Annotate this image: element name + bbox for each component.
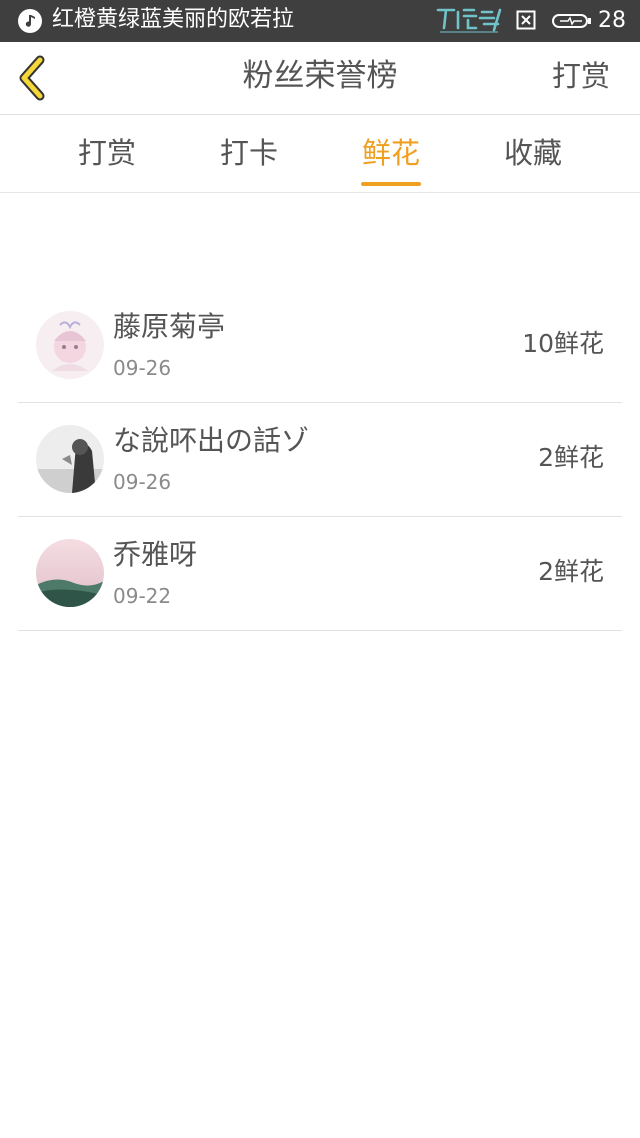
reward-button[interactable]: 打赏 <box>552 56 610 96</box>
user-name: 藤原菊亭 <box>113 310 226 343</box>
tab-flowers[interactable]: 鲜花 <box>320 133 462 173</box>
list-item[interactable]: な說吥出の話ゾ 09-26 2鲜花 <box>18 403 622 517</box>
page-title: 粉丝荣誉榜 <box>242 58 398 94</box>
flower-count: 2鲜花 <box>538 557 604 586</box>
user-date: 09-26 <box>113 356 172 380</box>
flower-count: 10鲜花 <box>522 329 604 358</box>
music-note-icon <box>18 9 42 33</box>
avatar <box>36 311 104 379</box>
tab-reward[interactable]: 打赏 <box>36 133 178 173</box>
user-date: 09-22 <box>113 584 172 608</box>
battery-level: 28 <box>598 8 626 33</box>
flower-count: 2鲜花 <box>538 443 604 472</box>
close-box-icon <box>516 10 536 30</box>
active-tab-indicator <box>361 182 421 186</box>
tab-bar: 打赏 打卡 鲜花 收藏 <box>0 115 640 193</box>
hatsune-miku-logo <box>436 8 502 33</box>
list-item[interactable]: 藤原菊亭 09-26 10鲜花 <box>18 289 622 403</box>
now-playing-title: 红橙黄绿蓝美丽的欧若拉 <box>52 7 295 32</box>
list-item[interactable]: 乔雅呀 09-22 2鲜花 <box>18 517 622 631</box>
battery-icon <box>552 14 591 28</box>
user-name: 乔雅呀 <box>113 538 198 571</box>
user-date: 09-26 <box>113 470 172 494</box>
tab-favorites[interactable]: 收藏 <box>462 133 604 173</box>
tab-checkin[interactable]: 打卡 <box>178 133 320 173</box>
avatar <box>36 539 104 607</box>
avatar <box>36 425 104 493</box>
user-name: な說吥出の話ゾ <box>113 424 310 457</box>
status-bar: 红橙黄绿蓝美丽的欧若拉 28 <box>0 0 640 42</box>
nav-bar: 粉丝荣誉榜 打赏 <box>0 42 640 115</box>
